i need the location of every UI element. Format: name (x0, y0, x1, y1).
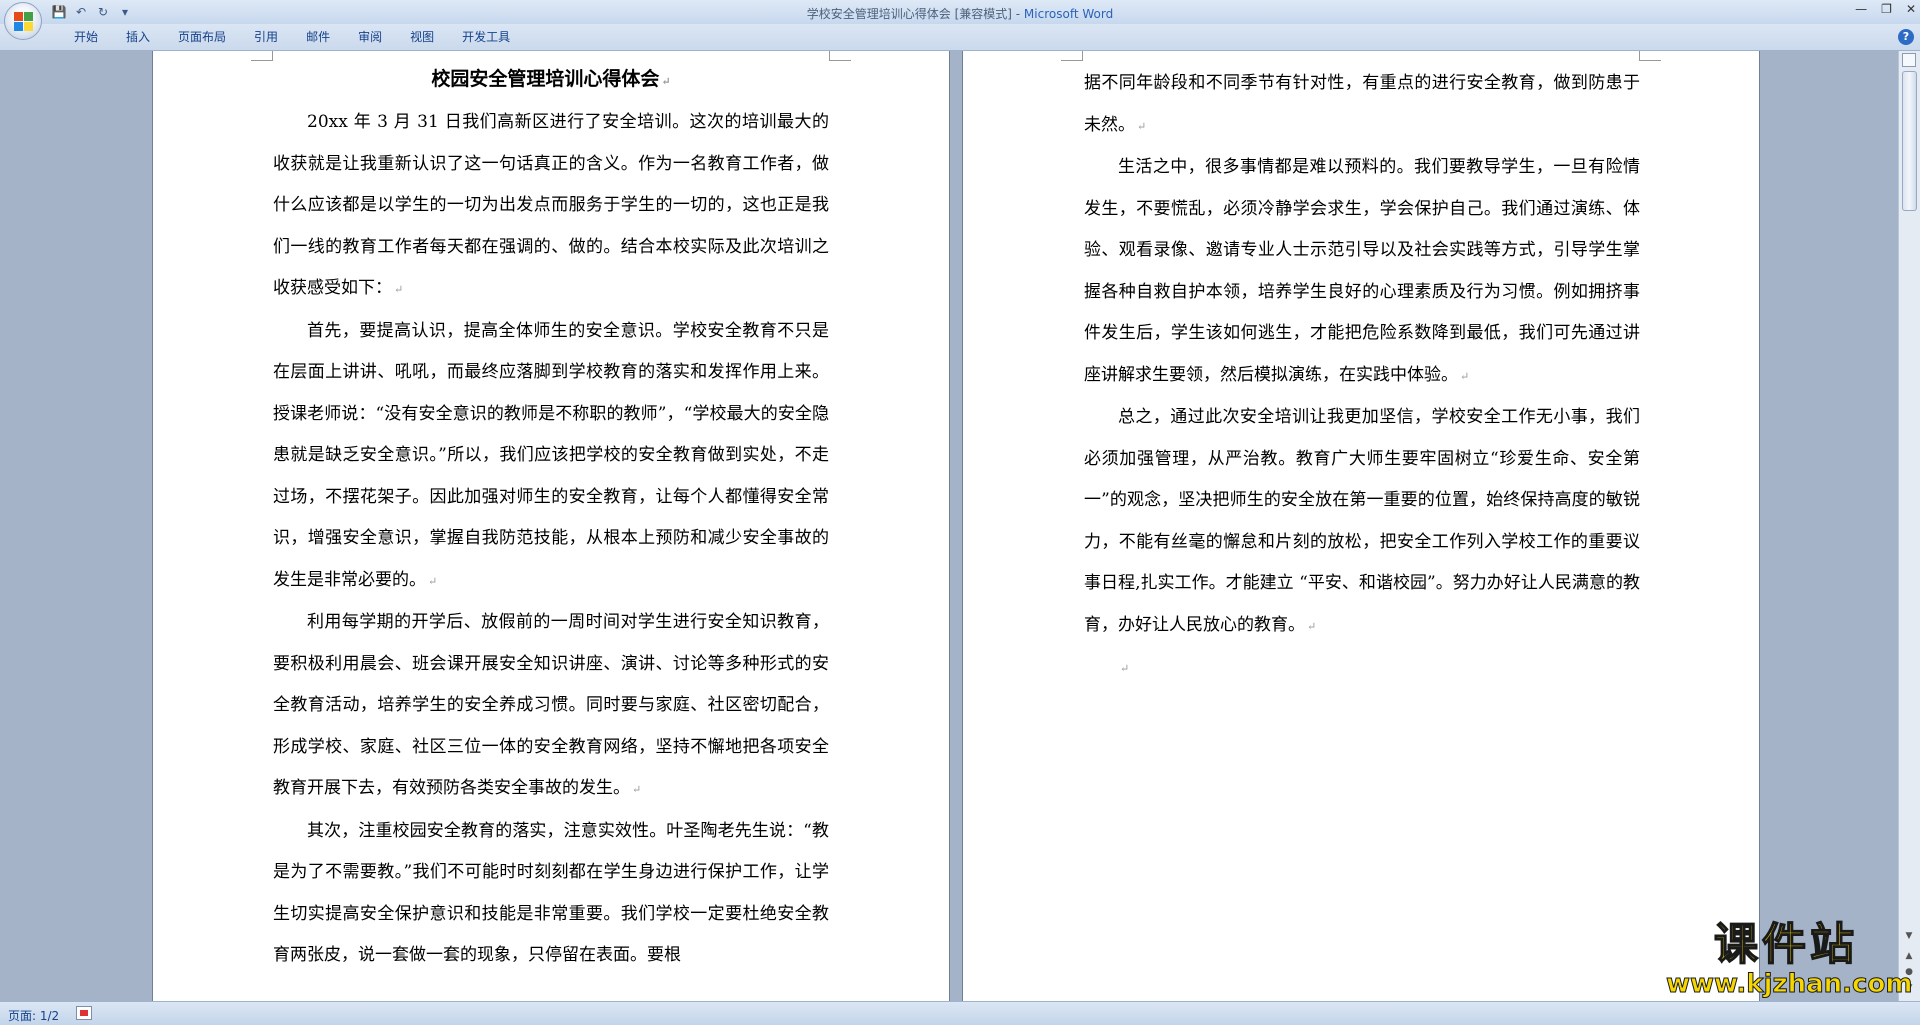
page-count[interactable]: 页面: 1/2 (8, 1007, 59, 1024)
tab-developer[interactable]: 开发工具 (448, 24, 524, 50)
document-name: 学校安全管理培训心得体会 [兼容模式] - (806, 7, 1024, 21)
paragraph-mark-icon: ↵ (428, 574, 438, 588)
window-controls: — ❐ ✕ (1855, 2, 1916, 16)
paragraph: 其次，注重校园安全教育的落实，注意实效性。叶圣陶老先生说：“教是为了不需要教。”… (273, 820, 829, 966)
paragraph-mark-icon: ↵ (1460, 369, 1470, 383)
document-area: 校园安全管理培训心得体会 ↵ 20xx 年 3 月 31 日我们高新区进行了安全培… (0, 51, 1898, 1001)
paragraph-mark-icon: ↵ (632, 783, 642, 796)
title-bar: 💾 ↶ ↻ ▾ 学校安全管理培训心得体会 [兼容模式] - Microsoft … (0, 0, 1920, 24)
tab-references[interactable]: 引用 (240, 24, 292, 50)
watermark-title: 课件站 (1713, 919, 1858, 971)
paragraph-mark-icon: ↵ (1120, 662, 1130, 675)
office-button[interactable] (4, 2, 42, 40)
app-name: Microsoft Word (1023, 7, 1114, 21)
document-title: 校园安全管理培训心得体会 ↵ (431, 68, 671, 90)
paragraph: 首先，要提高认识，提高全体师生的安全意识。学校安全教育不只是在层面上讲讲、吼吼，… (273, 320, 829, 590)
paragraph-mark-icon: ↵ (1137, 119, 1147, 133)
site-watermark: 课件站 www.kjzhan.com (1666, 919, 1913, 1000)
maximize-icon[interactable]: ❐ (1881, 2, 1892, 16)
margin-corner-mark (1061, 51, 1083, 61)
paragraph: 生活之中，很多事情都是难以预料的。我们要教导学生，一旦有险情发生，不要慌乱，必须… (1084, 157, 1640, 385)
scroll-thumb[interactable] (1902, 71, 1917, 211)
tab-home[interactable]: 开始 (60, 24, 112, 50)
page-2-content: 据不同年龄段和不同季节有针对性，有重点的进行安全教育，做到防患于未然。 ↵ 生活之… (1084, 63, 1640, 690)
window-title: 学校安全管理培训心得体会 [兼容模式] - Microsoft Word (0, 5, 1920, 22)
paragraph-mark-icon: ↵ (661, 75, 671, 88)
page-1-content: 校园安全管理培训心得体会 ↵ 20xx 年 3 月 31 日我们高新区进行了安全培… (273, 59, 829, 977)
ribbon: 开始 插入 页面布局 引用 邮件 审阅 视图 开发工具 ? (0, 24, 1920, 51)
margin-corner-mark (829, 51, 851, 61)
office-logo-icon (14, 12, 34, 32)
margin-corner-mark (1639, 51, 1661, 61)
minimize-icon[interactable]: — (1855, 2, 1867, 16)
watermark-url: www.kjzhan.com (1666, 969, 1913, 999)
paragraph: 20xx 年 3 月 31 日我们高新区进行了安全培训。这次的培训最大的收获就是… (273, 112, 829, 298)
paragraph-mark-icon: ↵ (394, 283, 404, 296)
status-bar: 页面: 1/2 (0, 1001, 1920, 1025)
page-2[interactable]: 据不同年龄段和不同季节有针对性，有重点的进行安全教育，做到防患于未然。 ↵ 生活之… (962, 51, 1760, 1001)
ruler-toggle-icon[interactable] (1902, 53, 1916, 67)
vertical-scrollbar[interactable]: ▼ ▲ ● ▼ (1898, 51, 1920, 1001)
paragraph: 利用每学期的开学后、放假前的一周时间对学生进行安全知识教育，要积极利用晨会、班会… (273, 612, 829, 798)
tab-review[interactable]: 审阅 (344, 24, 396, 50)
paragraph: 总之，通过此次安全培训让我更加坚信，学校安全工作无小事，我们必须加强管理，从严治… (1084, 407, 1640, 635)
tab-insert[interactable]: 插入 (112, 24, 164, 50)
margin-corner-mark (251, 51, 273, 61)
help-icon[interactable]: ? (1898, 29, 1914, 45)
ribbon-tabs: 开始 插入 页面布局 引用 邮件 审阅 视图 开发工具 (60, 24, 524, 50)
tab-page-layout[interactable]: 页面布局 (164, 24, 240, 50)
proofing-icon[interactable] (76, 1006, 92, 1020)
tab-mailings[interactable]: 邮件 (292, 24, 344, 50)
paragraph-mark-icon: ↵ (1307, 619, 1317, 633)
close-icon[interactable]: ✕ (1906, 2, 1916, 16)
paragraph: 据不同年龄段和不同季节有针对性，有重点的进行安全教育，做到防患于未然。 ↵ (1084, 73, 1640, 135)
page-1[interactable]: 校园安全管理培训心得体会 ↵ 20xx 年 3 月 31 日我们高新区进行了安全培… (152, 51, 950, 1001)
tab-view[interactable]: 视图 (396, 24, 448, 50)
empty-paragraph: ↵ (1084, 647, 1640, 690)
